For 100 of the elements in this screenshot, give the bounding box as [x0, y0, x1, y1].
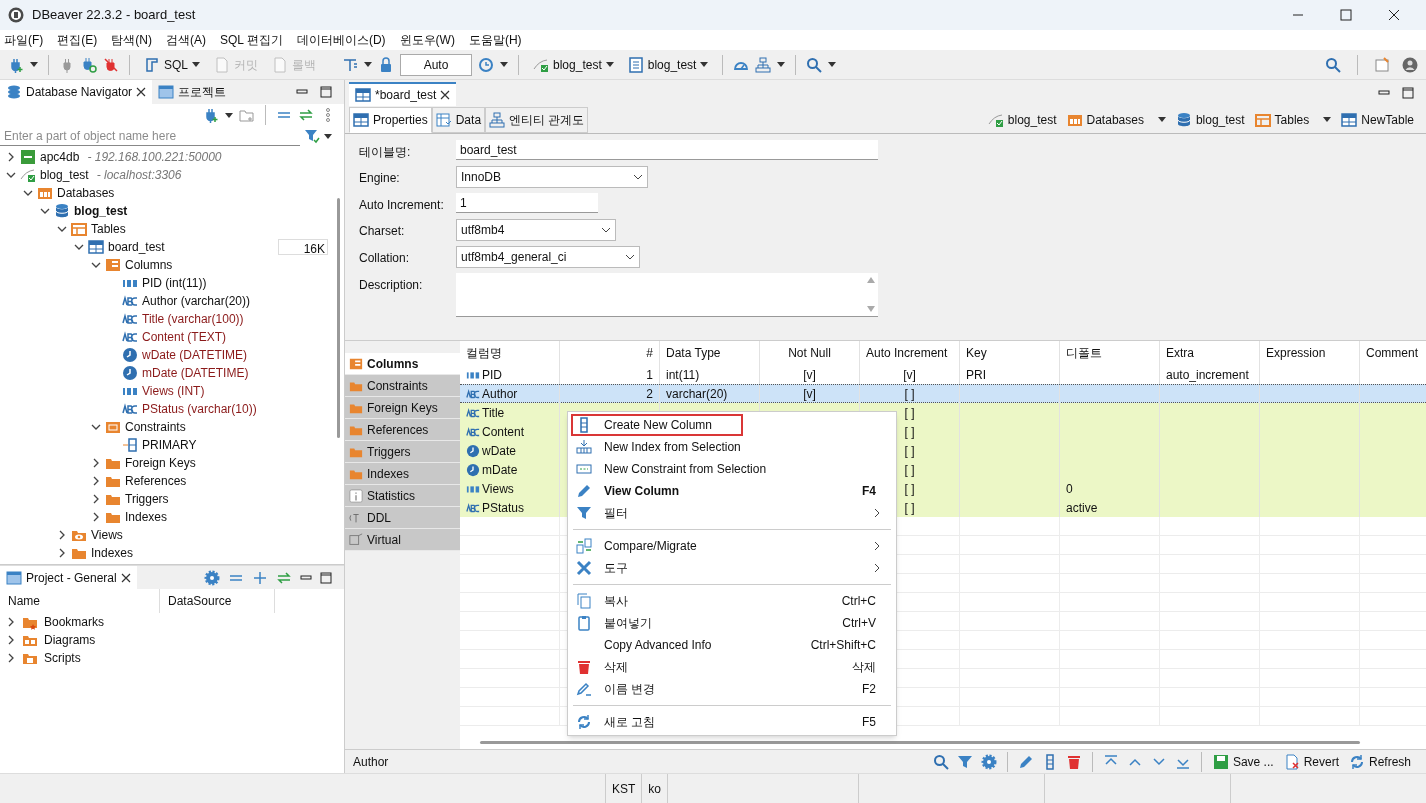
- close-icon[interactable]: [440, 90, 451, 100]
- menu-item[interactable]: SQL 편집기: [220, 31, 283, 49]
- transaction-mode-field[interactable]: Auto: [400, 53, 472, 76]
- tree-item[interactable]: Tables: [91, 220, 126, 238]
- side-tab[interactable]: Triggers: [345, 441, 460, 463]
- expanded-chevron-icon[interactable]: [6, 170, 16, 180]
- side-tab[interactable]: Constraints: [345, 375, 460, 397]
- close-icon[interactable]: [120, 572, 131, 583]
- menu-item[interactable]: 새로 고침 F5: [571, 711, 893, 733]
- side-tab[interactable]: Indexes: [345, 463, 460, 485]
- column-header[interactable]: DataSource: [160, 589, 275, 613]
- menu-item[interactable]: 데이터베이스(D): [296, 31, 386, 49]
- text-field[interactable]: 1: [456, 193, 598, 213]
- link-editor-icon[interactable]: [298, 107, 314, 123]
- menu-item[interactable]: 편집(E): [57, 31, 98, 49]
- tree-item[interactable]: wDate (DATETIME): [142, 346, 248, 364]
- menu-item[interactable]: 파일(F): [4, 31, 44, 49]
- tree-item[interactable]: PRIMARY: [142, 436, 197, 454]
- collapsed-chevron-icon[interactable]: [91, 512, 101, 522]
- dropdown-caret-icon[interactable]: [30, 62, 38, 67]
- text-field[interactable]: board_test: [456, 140, 878, 160]
- breadcrumb-link[interactable]: blog_test: [987, 110, 1057, 129]
- toolbar-button[interactable]: blog_test: [529, 53, 618, 76]
- collapsed-chevron-icon[interactable]: [91, 494, 101, 504]
- collapsed-chevron-icon[interactable]: [6, 635, 16, 645]
- lock-icon[interactable]: [378, 56, 394, 73]
- tree-item[interactable]: Constraints: [125, 418, 186, 436]
- collapsed-chevron-icon[interactable]: [91, 458, 101, 468]
- dropdown-caret-icon[interactable]: [777, 62, 786, 67]
- tree-item[interactable]: blog_test: [40, 166, 89, 184]
- menu-item[interactable]: 삭제 삭제: [571, 656, 893, 678]
- dropdown-caret-icon[interactable]: [192, 62, 200, 67]
- toolbar-button[interactable]: blog_test: [623, 53, 713, 76]
- view-tab[interactable]: Project - General: [0, 565, 137, 590]
- editor-subtab[interactable]: Properties: [349, 106, 432, 133]
- collapsed-chevron-icon[interactable]: [91, 476, 101, 486]
- collapsed-chevron-icon[interactable]: [57, 530, 67, 540]
- tree-item[interactable]: board_test: [108, 238, 165, 256]
- horizontal-scrollbar[interactable]: [480, 740, 1360, 744]
- settings-icon[interactable]: [204, 569, 220, 586]
- tree-item[interactable]: PStatus (varchar(10)): [142, 400, 257, 418]
- dropdown-caret-icon[interactable]: [828, 62, 837, 67]
- maximize-icon[interactable]: [320, 86, 332, 98]
- tree-item[interactable]: PID (int(11)): [142, 274, 207, 292]
- tree-item[interactable]: Databases: [57, 184, 115, 202]
- scrollbar-thumb[interactable]: [336, 198, 340, 438]
- dropdown-caret-icon[interactable]: [1323, 117, 1332, 122]
- column-header[interactable]: Name: [0, 589, 160, 613]
- tree-item[interactable]: mDate (DATETIME): [142, 364, 249, 382]
- menu-item[interactable]: New Constraint from Selection: [571, 458, 893, 480]
- revert-button[interactable]: Revert: [1280, 752, 1342, 771]
- menu-item[interactable]: 도움말(H): [468, 31, 522, 49]
- collapsed-chevron-icon[interactable]: [6, 653, 16, 663]
- breadcrumb-link[interactable]: Databases: [1066, 110, 1166, 129]
- tree-item[interactable]: Indexes: [125, 508, 168, 526]
- tree-item[interactable]: Bookmarks: [44, 613, 105, 631]
- hierarchy-icon[interactable]: [755, 56, 772, 73]
- dropdown-caret-icon[interactable]: [324, 133, 332, 139]
- dropdown-caret-icon[interactable]: [364, 62, 372, 67]
- close-window-icon[interactable]: [1388, 9, 1400, 21]
- expanded-chevron-icon[interactable]: [23, 188, 33, 198]
- side-tab[interactable]: DDL: [345, 507, 460, 529]
- view-tab[interactable]: Database Navigator: [0, 80, 153, 104]
- tree-item[interactable]: apc4db: [40, 148, 80, 166]
- dropdown-caret-icon[interactable]: [225, 112, 233, 118]
- menu-item[interactable]: 검색(A): [166, 31, 206, 49]
- editor-tab[interactable]: *board_test: [349, 82, 457, 106]
- side-tab[interactable]: Statistics: [345, 485, 460, 507]
- tree-item[interactable]: Diagrams: [44, 631, 96, 649]
- close-icon[interactable]: [136, 87, 147, 97]
- tree-item[interactable]: Views: [91, 526, 123, 544]
- breadcrumb-link[interactable]: blog_test: [1175, 110, 1245, 129]
- menu-item[interactable]: 탐색(N): [111, 31, 152, 49]
- menu-item[interactable]: 이름 변경 F2: [571, 678, 893, 700]
- plug-add-icon[interactable]: [8, 56, 24, 73]
- collapsed-chevron-icon[interactable]: [6, 617, 16, 627]
- tree-item[interactable]: Indexes: [91, 544, 134, 562]
- text-format-icon[interactable]: [342, 56, 358, 73]
- editor-subtab[interactable]: 엔티티 관계도: [485, 106, 589, 133]
- expanded-chevron-icon[interactable]: [74, 242, 84, 252]
- tree-item[interactable]: blog_test: [74, 202, 128, 220]
- dropdown-field[interactable]: InnoDB: [456, 166, 648, 188]
- history-icon[interactable]: [478, 56, 494, 73]
- expanded-chevron-icon[interactable]: [57, 224, 67, 234]
- refresh-button[interactable]: Refresh: [1345, 752, 1414, 771]
- search-icon[interactable]: [806, 56, 823, 73]
- search-icon[interactable]: [1325, 56, 1341, 73]
- table-row[interactable]: Author 2 varchar(20) [v] [ ]: [460, 384, 1426, 403]
- dropdown-caret-icon[interactable]: [700, 62, 709, 67]
- maximize-window-icon[interactable]: [1340, 9, 1352, 21]
- link-editor-icon[interactable]: [276, 569, 292, 586]
- side-tab[interactable]: Virtual: [345, 529, 460, 551]
- dropdown-caret-icon[interactable]: [1157, 117, 1166, 122]
- menu-item[interactable]: 윈도우(W): [399, 31, 455, 49]
- tree-item[interactable]: Foreign Keys: [125, 454, 196, 472]
- tree-item[interactable]: References: [125, 472, 187, 490]
- tree-item[interactable]: Content (TEXT): [142, 328, 227, 346]
- menu-item[interactable]: 붙여넣기 Ctrl+V: [571, 612, 893, 634]
- tree-item[interactable]: Title (varchar(100)): [142, 310, 244, 328]
- dropdown-caret-icon[interactable]: [605, 62, 614, 67]
